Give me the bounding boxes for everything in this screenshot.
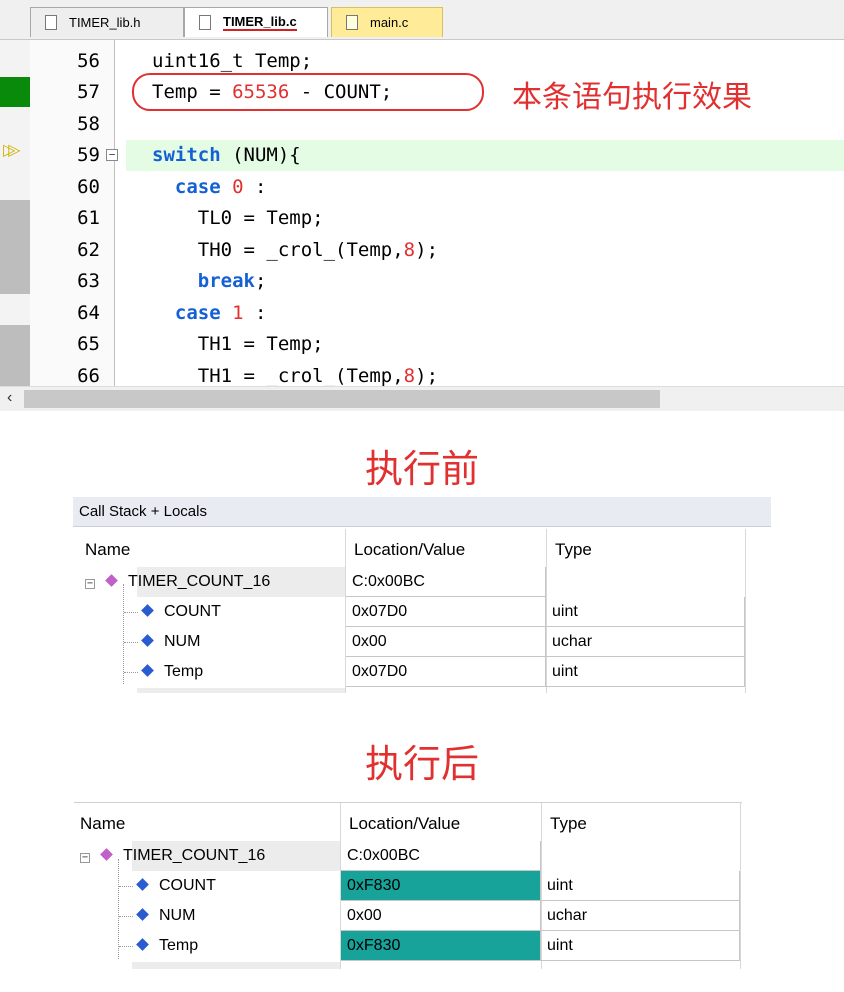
func-value: C:0x00BC <box>341 841 541 871</box>
line-number: 63 <box>77 270 100 292</box>
col-header-type[interactable]: Type <box>555 540 592 560</box>
code-line[interactable]: 60 case 0 : <box>0 172 844 203</box>
tab-timer-lib-h[interactable]: TIMER_lib.h <box>30 7 184 37</box>
collapse-icon[interactable]: − <box>80 853 90 863</box>
col-header-value[interactable]: Location/Value <box>349 814 460 834</box>
line-number: 65 <box>77 333 100 355</box>
locals-panel-before: Call Stack + Locals Name Location/Value … <box>73 497 771 693</box>
tab-timer-lib-c[interactable]: TIMER_lib.c <box>184 7 328 37</box>
line-number: 62 <box>77 239 100 261</box>
line-number: 61 <box>77 207 100 229</box>
variable-icon <box>136 908 149 921</box>
var-type: uint <box>546 597 745 627</box>
code-editor: TIMER_lib.h TIMER_lib.c main.c 56 uint16… <box>0 0 844 412</box>
var-type: uchar <box>541 901 740 931</box>
var-row[interactable]: COUNT 0x07D0 uint <box>73 597 745 627</box>
file-icon <box>346 15 358 30</box>
func-name: TIMER_COUNT_16 <box>128 573 271 590</box>
tab-main-c[interactable]: main.c <box>331 7 443 37</box>
fold-toggle-icon[interactable]: − <box>106 149 118 161</box>
var-name: NUM <box>159 907 196 924</box>
annotation-text: 本条语句执行效果 <box>512 80 752 115</box>
file-tab-bar: TIMER_lib.h TIMER_lib.c main.c <box>0 0 844 40</box>
code-text: TH0 = _crol_(Temp,8); <box>152 239 439 261</box>
code-line[interactable]: 65 TH1 = Temp; <box>0 329 844 360</box>
scroll-left-icon[interactable]: ‹ <box>7 389 12 407</box>
var-row[interactable]: NUM 0x00 uchar <box>74 901 740 931</box>
line-number: 58 <box>77 113 100 135</box>
line-number: 66 <box>77 365 100 386</box>
line-number: 56 <box>77 50 100 72</box>
code-text: TH1 = Temp; <box>152 333 324 355</box>
var-type: uint <box>546 657 745 687</box>
variable-icon <box>141 604 154 617</box>
func-name: TIMER_COUNT_16 <box>123 847 266 864</box>
caption-after: 执行后 <box>364 742 479 786</box>
locals-panel-after: Name Location/Value Type − TIMER_COUNT_16… <box>74 802 742 969</box>
function-icon <box>100 848 113 861</box>
panel-title: Call Stack + Locals <box>73 497 771 527</box>
variable-icon <box>136 878 149 891</box>
code-text: case 0 : <box>174 176 267 198</box>
var-row[interactable]: COUNT 0xF830 uint <box>74 871 740 901</box>
horizontal-scrollbar[interactable]: ‹ <box>0 386 844 411</box>
code-line[interactable]: 61 TL0 = Temp; <box>0 203 844 234</box>
execution-pointer-icon: ▷▷ <box>3 142 20 159</box>
function-icon <box>105 574 118 587</box>
line-number: 60 <box>77 176 100 198</box>
annotation-oval <box>132 73 484 111</box>
variable-icon <box>141 634 154 647</box>
tab-label: TIMER_lib.h <box>69 15 141 30</box>
code-line[interactable]: 62 TH0 = _crol_(Temp,8); <box>0 235 844 266</box>
code-text: switch (NUM){ <box>152 144 301 166</box>
var-row[interactable]: NUM 0x00 uchar <box>73 627 745 657</box>
code-line-current[interactable]: ▷▷ 59 − switch (NUM){ <box>0 140 844 171</box>
var-value: 0x00 <box>341 901 541 931</box>
var-name: Temp <box>164 663 204 680</box>
collapse-icon[interactable]: − <box>85 579 95 589</box>
code-line[interactable]: 64 case 1 : <box>0 298 844 329</box>
col-header-type[interactable]: Type <box>550 814 587 834</box>
func-row[interactable]: − TIMER_COUNT_16 C:0x00BC <box>74 841 740 871</box>
var-row[interactable]: Temp 0xF830 uint <box>74 931 740 961</box>
var-name: NUM <box>164 633 201 650</box>
code-text: TL0 = Temp; <box>152 207 324 229</box>
variable-icon <box>141 664 154 677</box>
var-type: uint <box>541 871 740 901</box>
tab-label: TIMER_lib.c <box>223 14 297 31</box>
var-value: 0x07D0 <box>346 597 546 627</box>
var-name: Temp <box>159 937 199 954</box>
line-number: 57 <box>77 81 100 103</box>
code-text: break; <box>197 270 267 292</box>
file-icon <box>199 15 211 30</box>
scroll-thumb[interactable] <box>24 390 660 408</box>
col-header-name[interactable]: Name <box>80 814 125 834</box>
var-value-changed: 0xF830 <box>341 931 541 961</box>
func-row[interactable]: − TIMER_COUNT_16 C:0x00BC <box>73 567 745 597</box>
line-number: 59 <box>77 144 100 166</box>
func-value: C:0x00BC <box>346 567 546 597</box>
col-header-name[interactable]: Name <box>85 540 130 560</box>
code-text: case 1 : <box>174 302 267 324</box>
var-name: COUNT <box>159 877 216 894</box>
code-line[interactable]: 66 TH1 = _crol_(Temp,8); <box>0 361 844 386</box>
var-value: 0x00 <box>346 627 546 657</box>
var-row[interactable]: Temp 0x07D0 uint <box>73 657 745 687</box>
code-text: TH1 = _crol_(Temp,8); <box>152 365 439 386</box>
caption-before: 执行前 <box>364 447 479 491</box>
tab-label: main.c <box>370 15 409 30</box>
line-number: 64 <box>77 302 100 324</box>
var-type: uint <box>541 931 740 961</box>
var-type: uchar <box>546 627 745 657</box>
var-name: COUNT <box>164 603 221 620</box>
code-line[interactable]: 63 break; <box>0 266 844 297</box>
var-value: 0x07D0 <box>346 657 546 687</box>
col-header-value[interactable]: Location/Value <box>354 540 465 560</box>
variable-icon <box>136 938 149 951</box>
file-icon <box>45 15 57 30</box>
var-value-changed: 0xF830 <box>341 871 541 901</box>
